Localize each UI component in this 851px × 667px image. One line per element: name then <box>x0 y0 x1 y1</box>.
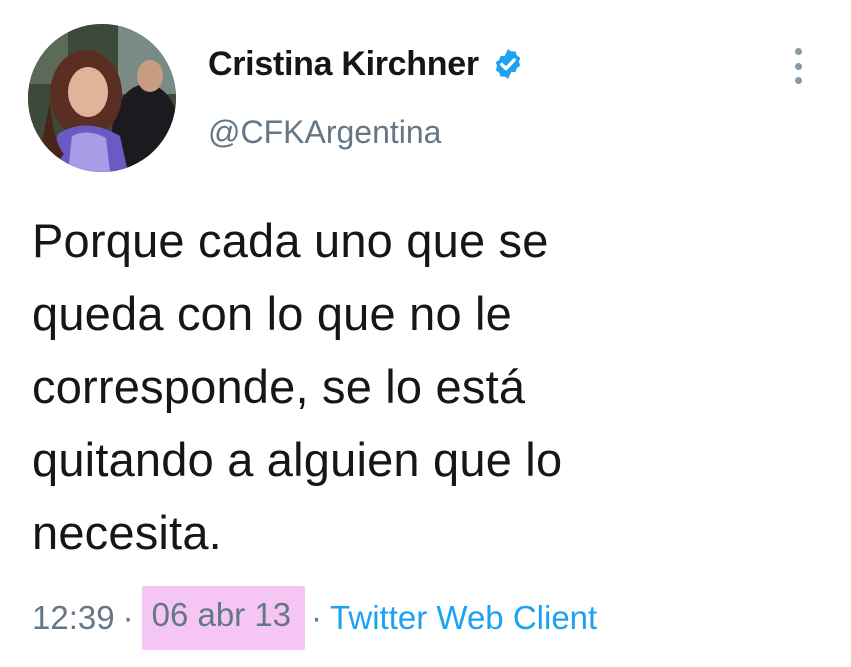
meta-separator: · <box>311 599 323 636</box>
client-link[interactable]: Twitter Web Client <box>330 599 597 637</box>
display-name[interactable]: Cristina Kirchner <box>208 45 479 84</box>
avatar-photo <box>28 24 176 172</box>
more-dot <box>794 48 802 55</box>
tweet-text: Porque cada uno que se queda con lo que … <box>32 204 732 569</box>
tweet-date[interactable]: 06 abr 13 <box>141 586 306 650</box>
more-dot <box>794 77 802 84</box>
tweet-text-line: corresponde, se lo está <box>32 360 526 413</box>
avatar[interactable] <box>28 24 176 172</box>
tweet-text-line: Porque cada uno que se <box>32 214 549 267</box>
more-options-icon[interactable] <box>780 42 816 90</box>
tweet-text-line: necesita. <box>32 506 222 559</box>
tweet-header: Cristina Kirchner @CFKArgentina <box>208 38 525 151</box>
meta-separator: · <box>122 599 134 636</box>
tweet-card: Cristina Kirchner @CFKArgentina Porque c… <box>0 0 851 667</box>
more-dot <box>794 62 802 70</box>
tweet-text-line: queda con lo que no le <box>32 287 513 340</box>
tweet-meta: 12:39 · 06 abr 13 · Twitter Web Client <box>32 586 597 650</box>
verified-badge-icon <box>495 49 520 79</box>
tweet-time[interactable]: 12:39 <box>32 599 115 637</box>
tweet-text-line: quitando a alguien que lo <box>32 433 563 486</box>
name-row: Cristina Kirchner <box>208 38 525 90</box>
user-handle[interactable]: @CFKArgentina <box>208 114 525 151</box>
